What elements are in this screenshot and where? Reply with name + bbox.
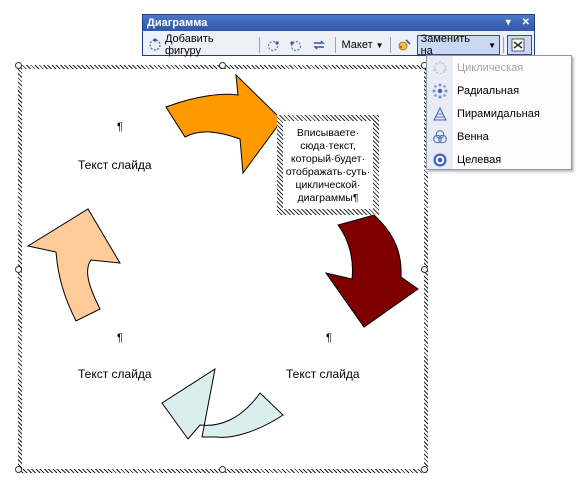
reverse-diagram-button[interactable]	[309, 35, 332, 55]
text-wrapping-button[interactable]	[507, 35, 533, 55]
resize-handle-t[interactable]	[219, 62, 226, 69]
text-wrap-icon	[511, 38, 525, 52]
arrow-bottom-lightblue	[161, 367, 284, 440]
arrow-top-orange	[165, 73, 283, 175]
menu-item-label: Венна	[457, 131, 489, 143]
pilcrow-top: ¶	[117, 121, 123, 133]
toolbar-close-button[interactable]: ✕	[522, 17, 530, 28]
menu-item-label: Пирамидальная	[457, 108, 540, 120]
reverse-arrows-icon	[312, 40, 325, 50]
menu-item-cycle[interactable]: Циклическая	[427, 57, 571, 79]
dropdown-arrow-icon: ▼	[488, 40, 497, 50]
autoformat-button[interactable]	[394, 35, 417, 55]
textbox-line: который·будет·	[290, 153, 366, 165]
add-shape-button[interactable]: Добавить фигуру	[145, 33, 256, 57]
toolbar-separator	[503, 37, 505, 53]
pyramid-diagram-icon	[433, 106, 447, 121]
move-forward-icon	[289, 40, 301, 52]
slide-text-top[interactable]: Текст слайда	[78, 158, 152, 172]
textbox-line: циклической·	[295, 179, 361, 191]
arrow-left-peach	[26, 208, 121, 322]
move-backward-icon	[267, 40, 279, 52]
pilcrow-bottom-right: ¶	[326, 332, 332, 344]
textbox-content: Вписываете· сюда·текст, который·будет· о…	[286, 125, 371, 205]
menu-item-label: Циклическая	[457, 62, 524, 74]
toolbar-options-button[interactable]: ▾	[506, 17, 511, 28]
autoformat-icon	[398, 39, 411, 51]
resize-handle-l[interactable]	[15, 266, 22, 273]
textbox-line: сюда·текст,	[300, 140, 356, 152]
add-shape-icon	[149, 38, 161, 51]
layout-label: Макет	[341, 39, 373, 51]
arrow-right-maroon	[324, 214, 419, 328]
change-to-menu: Циклическая Радиальная Пирамидальная Вен…	[426, 55, 572, 170]
toolbar-title: Диаграмма	[147, 17, 208, 29]
menu-item-target[interactable]: Целевая	[427, 149, 571, 171]
resize-handle-r[interactable]	[421, 266, 428, 273]
toolbar-row: Добавить фигуру Макет ▼ Заменить на ▼	[145, 33, 533, 57]
change-to-dropdown[interactable]: Заменить на ▼	[416, 33, 501, 57]
textbox-line: диаграммы¶	[297, 192, 359, 204]
resize-handle-bl[interactable]	[15, 466, 22, 473]
pilcrow-bottom-left: ¶	[117, 332, 123, 344]
resize-handle-b[interactable]	[219, 466, 226, 473]
radial-diagram-icon	[432, 83, 448, 99]
resize-handle-br[interactable]	[421, 466, 428, 473]
add-shape-label: Добавить фигуру	[164, 33, 214, 57]
menu-item-label: Целевая	[457, 154, 502, 166]
textbox-line: отображать·суть·	[285, 166, 371, 178]
menu-item-label: Радиальная	[457, 85, 520, 97]
layout-dropdown[interactable]: Макет ▼	[339, 35, 387, 55]
cycle-textbox[interactable]: Вписываете· сюда·текст, который·будет· о…	[277, 115, 379, 215]
venn-diagram-icon	[433, 130, 447, 144]
cycle-diagram-icon	[433, 61, 447, 75]
slide-text-bottom-right[interactable]: Текст слайда	[286, 367, 360, 381]
toolbar-separator	[258, 37, 260, 53]
slide-text-bottom-left[interactable]: Текст слайда	[78, 367, 152, 381]
move-shape-backward-button[interactable]	[263, 35, 286, 55]
textbox-line: Вписываете·	[296, 127, 360, 139]
resize-handle-tl[interactable]	[15, 62, 22, 69]
toolbar-titlebar[interactable]: Диаграмма ▾ ✕	[143, 15, 534, 31]
move-shape-forward-button[interactable]	[286, 35, 309, 55]
toolbar-separator	[389, 37, 391, 53]
menu-item-venn[interactable]: Венна	[427, 126, 571, 148]
toolbar-separator	[334, 37, 336, 53]
diagram-toolbar: Диаграмма ▾ ✕ Добавить фигуру Макет ▼ За…	[142, 14, 535, 57]
menu-item-radial[interactable]: Радиальная	[427, 80, 571, 102]
dropdown-arrow-icon: ▼	[375, 40, 384, 50]
menu-item-pyramid[interactable]: Пирамидальная	[427, 103, 571, 125]
change-to-label: Заменить на	[420, 33, 471, 57]
target-diagram-icon	[433, 153, 447, 167]
